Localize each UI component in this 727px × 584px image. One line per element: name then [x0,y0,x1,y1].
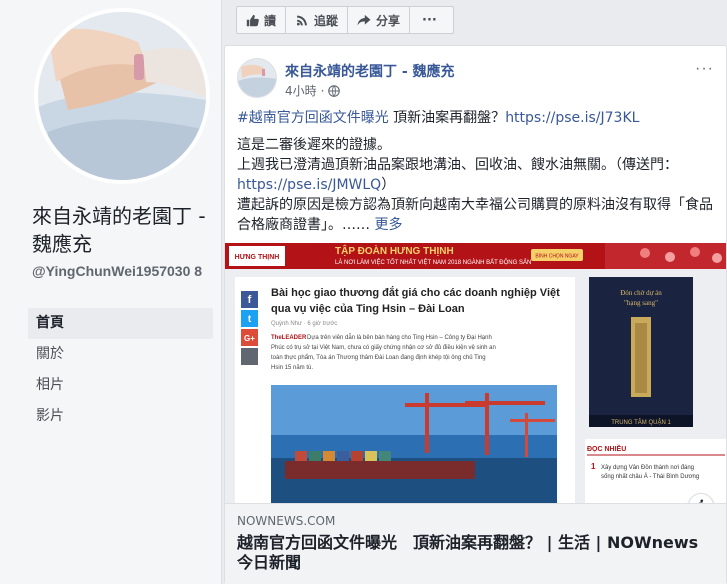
svg-text:Phúc có trụ sở tại Việt Nam, c: Phúc có trụ sở tại Việt Nam, chưa có giấ… [271,344,496,351]
post-line-3-text: 遭起訴的原因是檢方認為頂新向越南大幸福公司購買的原料油沒有取得「食品合格廠商證書… [237,197,713,233]
thumbs-up-icon [246,14,259,26]
svg-text:Dựa trên viên dẫn là bên bán h: Dựa trên viên dẫn là bên bán hàng cho Ti… [307,334,492,341]
svg-text:Quỳnh Như · 6 giờ trước: Quỳnh Như · 6 giờ trước [271,321,337,327]
globe-icon [328,84,341,97]
page-profile-picture[interactable] [34,8,210,184]
banner-badge: BÌNH CHỌN NGAY [535,253,579,260]
svg-text:G+: G+ [244,334,255,343]
ad-footer: TRUNG TÂM QUẬN 1 [611,419,671,426]
post-line-1: 這是二審後遲來的證據。 [237,137,391,153]
svg-text:f: f [248,294,252,306]
article-screenshot-graphic: HƯNG THỊNH TẬP ĐOÀN HƯNG THỊNH LÀ NƠI LÀ… [225,243,726,503]
nav-item-about[interactable]: 關於 [28,339,213,370]
headline-url[interactable]: https://pse.is/J73KL [505,110,639,126]
hashtag-link[interactable]: #越南官方回函文件曝光 [237,110,389,126]
like-button[interactable]: 讀 [237,7,287,33]
like-button-label: 讀 [264,13,277,28]
banner-title: TẬP ĐOÀN HƯNG THỊNH [335,244,454,257]
post-headline: #越南官方回函文件曝光 頂新油案再翻盤？https://pse.is/J73KL [237,108,721,128]
post-line-2: 上週我已澄清過頂新油品案跟地溝油、回收油、餿水油無關。（傳送門： https://… [237,155,721,195]
page-sidebar: 來自永靖的老園丁 - 魏應充 @YingChunWei1957030 8 首頁 … [0,0,222,584]
banner-subtitle: LÀ NƠI LÀM VIỆC TỐT NHẤT VIỆT NAM 2018 N… [335,258,531,266]
nav-item-videos[interactable]: 影片 [28,401,213,432]
rss-follow-icon [296,15,307,26]
svg-text:sống nhất châu Á - Thái Bình D: sống nhất châu Á - Thái Bình Dương [601,473,699,480]
nav-item-photos[interactable]: 相片 [28,370,213,401]
svg-text:toàn thực phẩm, Tòa án Thương: toàn thực phẩm, Tòa án Thương thâm Đài L… [271,354,486,361]
post-line-2-text: 上週我已澄清過頂新油品案跟地溝油、回收油、餿水油無關。（傳送門： [237,157,678,173]
svg-text:Xây dựng Vân Đồn thành nơi đán: Xây dựng Vân Đồn thành nơi đáng [601,465,694,471]
ad-line1: Đón chờ dự án [620,289,662,297]
page-action-bar: 讀 追蹤 分享 ··· [236,6,454,34]
post-card: 來自永靖的老園丁 - 魏應充 4小時 · ··· #越南官方回函文件曝光 頂新油… [224,45,727,584]
svg-text:Hsin 15 năm tù.: Hsin 15 năm tù. [271,365,313,371]
page-username[interactable]: @YingChunWei1957030 8 [32,262,214,280]
post-line-2-close: ） [381,177,396,193]
more-dots-icon: ··· [422,12,437,28]
share-button[interactable]: 分享 [348,7,411,33]
post-author-avatar[interactable] [237,58,277,98]
post-message: #越南官方回函文件曝光 頂新油案再翻盤？https://pse.is/J73KL… [237,108,721,235]
separator-dot: · [320,83,325,98]
page-title: 來自永靖的老園丁 - 魏應充 [32,204,206,256]
side-item-number: 1 [591,462,596,471]
headline-text: 頂新油案再翻盤？ [388,110,506,126]
follow-button-label: 追蹤 [314,13,339,28]
link-title[interactable]: 越南官方回函文件曝光 頂新油案再翻盤？ | 生活 | NOWnews 今日新聞 [237,533,714,573]
link-domain: NOWNEWS.COM [237,514,336,528]
share-button-label: 分享 [376,13,401,28]
article-title-line1: Bài học giao thương đắt giá cho các doan… [271,286,560,299]
article-author: Quỳnh Như [271,321,302,327]
post-line-3: 遭起訴的原因是檢方認為頂新向越南大幸福公司購買的原料油沒有取得「食品合格廠商證書… [237,195,721,235]
nav-item-home[interactable]: 首頁 [28,308,213,339]
post-timestamp[interactable]: 4小時 · [285,82,341,99]
link-preview-meta[interactable]: NOWNEWS.COM 越南官方回函文件曝光 頂新油案再翻盤？ | 生活 | N… [225,503,726,584]
share-arrow-icon [357,14,371,25]
banner-brand: HƯNG THỊNH [235,254,280,261]
see-more-link[interactable]: 更多 [374,217,402,233]
post-options-icon[interactable]: ··· [695,60,714,78]
post-author-name[interactable]: 來自永靖的老園丁 - 魏應充 [285,61,455,81]
article-brand: TheLEADER [271,335,307,341]
article-title-line2: qua vụ việc của Ting Hsin – Đài Loan [271,303,465,315]
profile-photo-image [38,12,206,180]
more-options-button[interactable]: ··· [410,7,449,33]
post-time-text: 4小時 [285,84,317,98]
post-inline-link[interactable]: https://pse.is/JMWLQ [237,177,381,193]
author-thumbnail-image [238,59,276,97]
link-preview-image[interactable]: HƯNG THỊNH TẬP ĐOÀN HƯNG THỊNH LÀ NƠI LÀ… [225,243,726,503]
page-nav: 首頁 關於 相片 影片 [28,308,213,432]
follow-button[interactable]: 追蹤 [286,7,349,33]
ad-line2: "hạng sang" [624,299,658,307]
article-time: 6 giờ trước [307,321,337,327]
